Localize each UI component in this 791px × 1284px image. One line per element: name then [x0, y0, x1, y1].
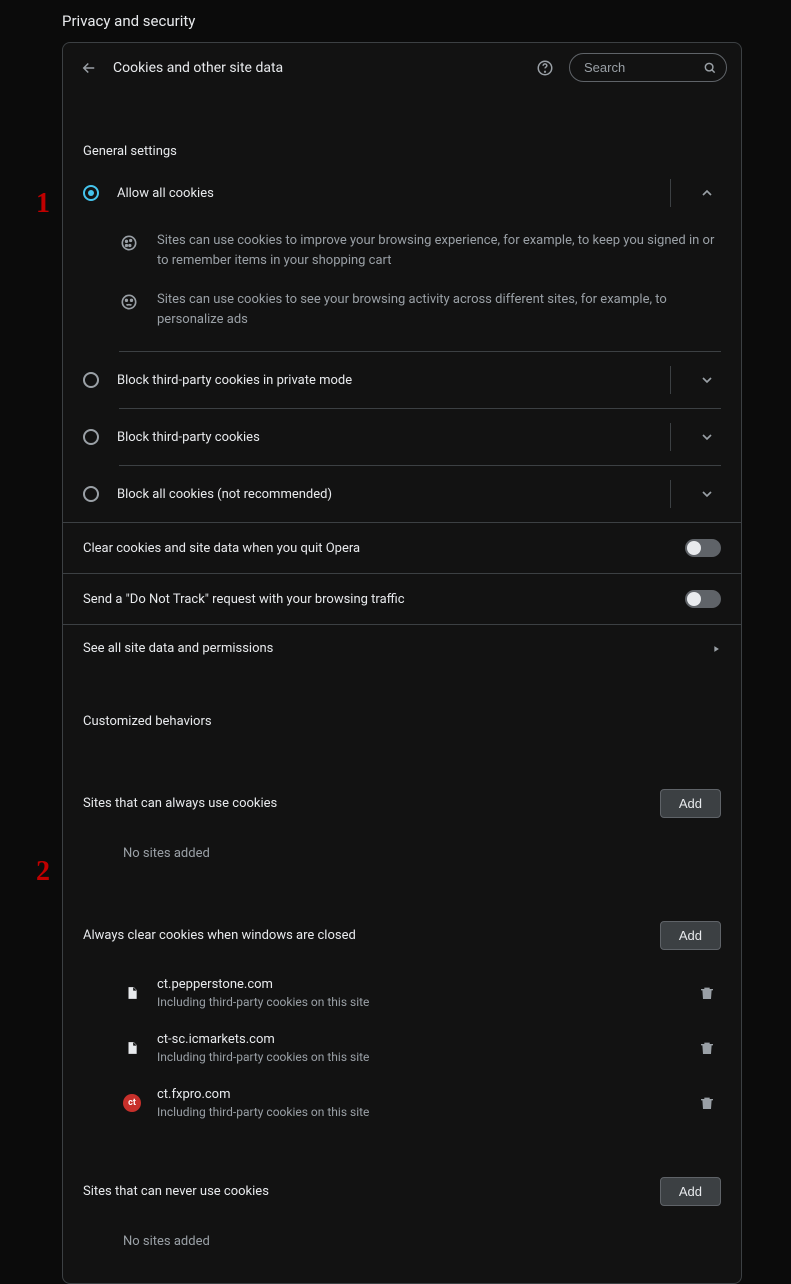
no-sites-added: No sites added	[63, 818, 741, 865]
expand-button[interactable]	[693, 480, 721, 508]
expand-button[interactable]	[693, 423, 721, 451]
divider	[670, 423, 671, 451]
sites-never-use-header: Sites that can never use cookies Add	[63, 1131, 741, 1206]
favicon-icon: ct	[123, 1094, 141, 1112]
radio-label: Block third-party cookies in private mod…	[117, 373, 652, 388]
desc-text: Sites can use cookies to improve your br…	[157, 231, 721, 270]
radio-label: Block third-party cookies	[117, 430, 652, 445]
no-sites-added: No sites added	[63, 1206, 741, 1253]
cookie-desc-1: Sites can use cookies to improve your br…	[63, 221, 741, 280]
site-domain: ct.pepperstone.com	[157, 976, 677, 994]
chevron-up-icon	[699, 185, 715, 201]
page-icon	[123, 1039, 141, 1057]
search-input[interactable]	[569, 53, 727, 82]
radio-block-third-party-private[interactable]: Block third-party cookies in private mod…	[63, 352, 741, 408]
site-text: ct-sc.icmarkets.com Including third-part…	[157, 1031, 677, 1066]
page-title: Privacy and security	[62, 12, 195, 30]
delete-site-button[interactable]	[693, 979, 721, 1007]
site-sub: Including third-party cookies on this si…	[157, 1104, 677, 1121]
chevron-down-icon	[699, 372, 715, 388]
add-always-clear-button[interactable]: Add	[660, 921, 721, 950]
radio-block-all-cookies[interactable]: Block all cookies (not recommended)	[63, 466, 741, 522]
site-row: ct-sc.icmarkets.com Including third-part…	[63, 1021, 741, 1076]
search-wrap	[569, 53, 727, 82]
see-all-site-data-link[interactable]: See all site data and permissions	[63, 624, 741, 672]
radio-indicator	[83, 372, 99, 388]
back-button[interactable]	[77, 56, 101, 80]
section-customized-behaviors: Customized behaviors	[63, 672, 741, 743]
caret-right-icon	[711, 644, 721, 654]
delete-site-button[interactable]	[693, 1089, 721, 1117]
radio-indicator	[83, 185, 99, 201]
chevron-down-icon	[699, 486, 715, 502]
sites-always-use-header: Sites that can always use cookies Add	[63, 743, 741, 818]
radio-allow-all-cookies[interactable]: Allow all cookies	[63, 173, 741, 221]
toggle-clear-on-quit[interactable]	[685, 539, 721, 557]
page-icon	[123, 984, 141, 1002]
site-sub: Including third-party cookies on this si…	[157, 1049, 677, 1066]
site-domain: ct.fxpro.com	[157, 1086, 677, 1104]
toggle-label: Send a "Do Not Track" request with your …	[83, 592, 673, 607]
site-row: ct ct.fxpro.com Including third-party co…	[63, 1076, 741, 1131]
link-label: See all site data and permissions	[83, 641, 699, 656]
radio-label: Allow all cookies	[117, 186, 652, 201]
radio-label: Block all cookies (not recommended)	[117, 487, 652, 502]
expand-button[interactable]	[693, 366, 721, 394]
settings-panel: Cookies and other site data General sett…	[62, 42, 742, 1284]
subhead-label: Sites that can always use cookies	[83, 796, 648, 811]
cookie-good-icon	[119, 233, 139, 253]
arrow-left-icon	[80, 59, 98, 77]
radio-indicator	[83, 429, 99, 445]
subhead-label: Sites that can never use cookies	[83, 1184, 648, 1199]
radio-indicator	[83, 486, 99, 502]
radio-block-third-party[interactable]: Block third-party cookies	[63, 409, 741, 465]
site-row: ct.pepperstone.com Including third-party…	[63, 966, 741, 1021]
annotation-2: 2	[36, 856, 50, 888]
trash-icon	[699, 985, 715, 1001]
site-text: ct.fxpro.com Including third-party cooki…	[157, 1086, 677, 1121]
site-text: ct.pepperstone.com Including third-party…	[157, 976, 677, 1011]
annotation-1: 1	[36, 188, 50, 220]
toggle-do-not-track[interactable]	[685, 590, 721, 608]
sites-always-clear-header: Always clear cookies when windows are cl…	[63, 865, 741, 950]
section-general-settings: General settings	[63, 92, 741, 173]
desc-text: Sites can use cookies to see your browsi…	[157, 290, 721, 329]
toggle-clear-on-quit-row: Clear cookies and site data when you qui…	[63, 522, 741, 573]
trash-icon	[699, 1040, 715, 1056]
cookie-desc-2: Sites can use cookies to see your browsi…	[63, 280, 741, 339]
panel-header: Cookies and other site data	[63, 43, 741, 92]
trash-icon	[699, 1095, 715, 1111]
help-button[interactable]	[533, 56, 557, 80]
toggle-do-not-track-row: Send a "Do Not Track" request with your …	[63, 573, 741, 624]
toggle-label: Clear cookies and site data when you qui…	[83, 541, 673, 556]
chevron-down-icon	[699, 429, 715, 445]
site-domain: ct-sc.icmarkets.com	[157, 1031, 677, 1049]
add-always-use-button[interactable]: Add	[660, 789, 721, 818]
collapse-button[interactable]	[693, 179, 721, 207]
site-sub: Including third-party cookies on this si…	[157, 994, 677, 1011]
cookie-bad-icon	[119, 292, 139, 312]
panel-title: Cookies and other site data	[113, 60, 521, 76]
divider	[670, 480, 671, 508]
help-icon	[536, 59, 554, 77]
add-never-use-button[interactable]: Add	[660, 1177, 721, 1206]
delete-site-button[interactable]	[693, 1034, 721, 1062]
subhead-label: Always clear cookies when windows are cl…	[83, 928, 648, 943]
divider	[670, 179, 671, 207]
divider	[670, 366, 671, 394]
